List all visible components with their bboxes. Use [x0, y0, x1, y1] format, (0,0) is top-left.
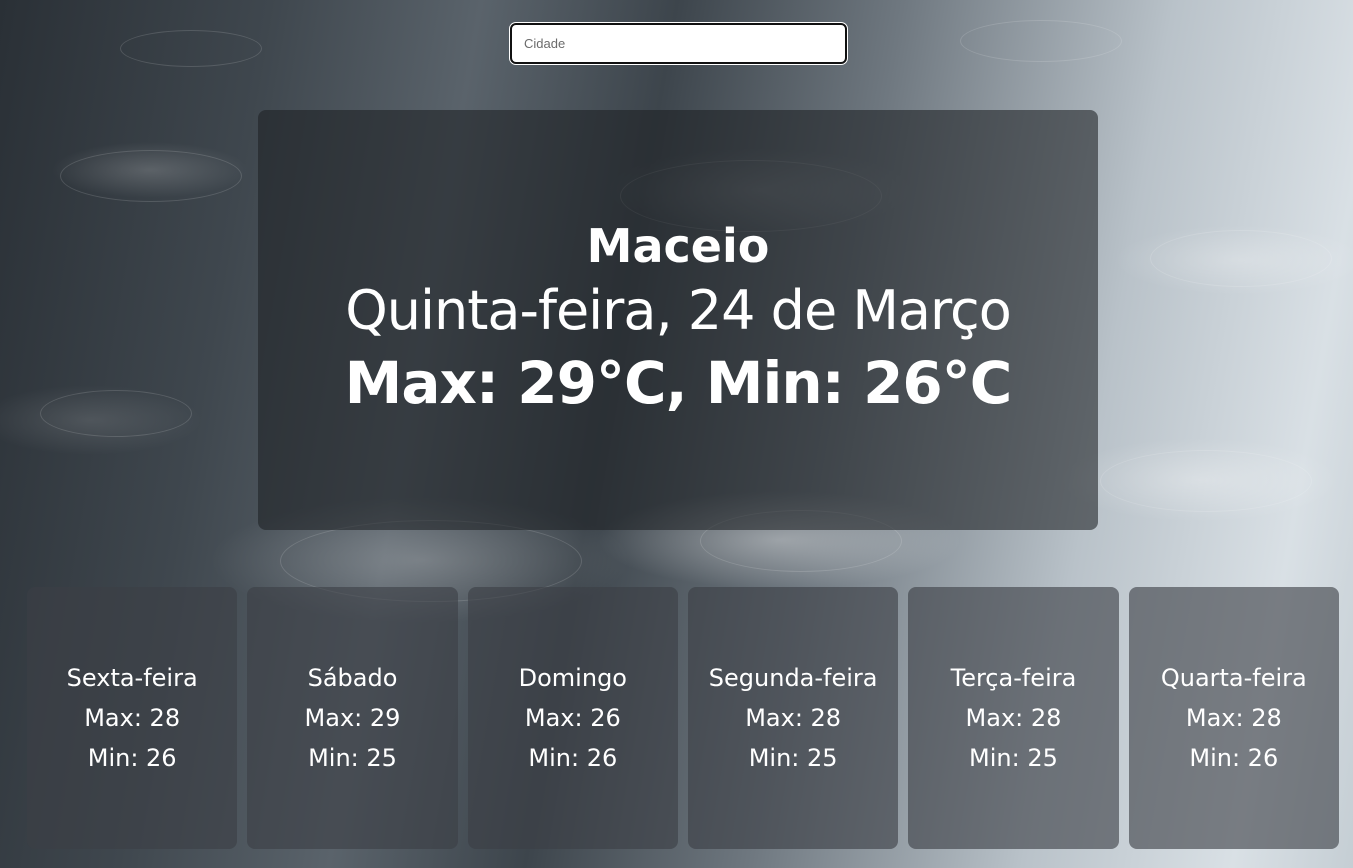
city-name: Maceio — [586, 219, 770, 274]
search-bar — [510, 23, 847, 64]
forecast-day-name: Quarta-feira — [1160, 664, 1307, 692]
current-date: Quinta-feira, 24 de Março — [345, 278, 1012, 342]
forecast-day-name: Segunda-feira — [708, 664, 878, 692]
current-weather-card: Maceio Quinta-feira, 24 de Março Max: 29… — [258, 110, 1098, 530]
forecast-day-card: Quarta-feira Max: 28 Min: 26 — [1128, 587, 1339, 849]
forecast-max: Max: 28 — [84, 704, 181, 732]
city-search-input[interactable] — [510, 23, 847, 64]
forecast-min: Min: 25 — [969, 744, 1058, 772]
forecast-max: Max: 28 — [1185, 704, 1282, 732]
forecast-day-card: Sexta-feira Max: 28 Min: 26 — [27, 587, 238, 849]
forecast-day-name: Domingo — [518, 664, 627, 692]
forecast-list: Sexta-feira Max: 28 Min: 26 Sábado Max: … — [27, 587, 1339, 849]
forecast-day-card: Domingo Max: 26 Min: 26 — [467, 587, 678, 849]
forecast-day-name: Sábado — [307, 664, 398, 692]
forecast-min: Min: 26 — [528, 744, 618, 772]
forecast-min: Min: 25 — [748, 744, 838, 772]
forecast-max: Max: 26 — [524, 704, 621, 732]
forecast-min: Min: 26 — [87, 744, 177, 772]
forecast-min: Min: 25 — [308, 744, 397, 772]
forecast-min: Min: 26 — [1189, 744, 1279, 772]
forecast-day-card: Terça-feira Max: 28 Min: 25 — [908, 587, 1119, 849]
forecast-day-card: Segunda-feira Max: 28 Min: 25 — [687, 587, 899, 849]
forecast-max: Max: 28 — [965, 704, 1062, 732]
forecast-day-name: Sexta-feira — [66, 664, 198, 692]
forecast-max: Max: 29 — [304, 704, 401, 732]
current-temperatures: Max: 29°C, Min: 26°C — [344, 349, 1013, 418]
forecast-max: Max: 28 — [745, 704, 842, 732]
forecast-day-name: Terça-feira — [950, 664, 1077, 692]
forecast-day-card: Sábado Max: 29 Min: 25 — [247, 587, 458, 849]
